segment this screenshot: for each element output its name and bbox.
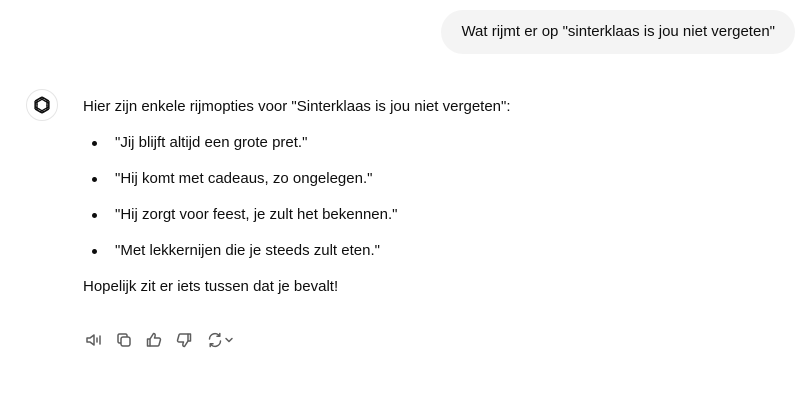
read-aloud-button[interactable] xyxy=(83,329,105,351)
regenerate-icon xyxy=(206,331,224,349)
speaker-icon xyxy=(85,331,103,349)
list-item-text: "Hij zorgt voor feest, je zult het beken… xyxy=(115,206,398,223)
user-message-text: Wat rijmt er op "sinterklaas is jou niet… xyxy=(461,23,775,40)
list-item-text: "Jij blijft altijd een grote pret." xyxy=(115,134,308,151)
assistant-avatar xyxy=(26,89,58,121)
bullet-dot xyxy=(92,213,97,218)
list-item-text: "Met lekkernijen die je steeds zult eten… xyxy=(115,242,380,259)
thumbs-up-icon xyxy=(145,331,163,349)
chevron-down-icon xyxy=(224,335,234,345)
list-item: "Hij komt met cadeaus, zo ongelegen." xyxy=(83,168,783,190)
openai-logo-icon xyxy=(32,95,52,115)
copy-button[interactable] xyxy=(113,329,135,351)
list-item: "Met lekkernijen die je steeds zult eten… xyxy=(83,240,783,262)
regenerate-button[interactable] xyxy=(203,329,237,351)
list-item: "Jij blijft altijd een grote pret." xyxy=(83,132,783,154)
good-response-button[interactable] xyxy=(143,329,165,351)
list-item: "Hij zorgt voor feest, je zult het beken… xyxy=(83,204,783,226)
assistant-outro: Hopelijk zit er iets tussen dat je beval… xyxy=(83,278,339,295)
bullet-dot xyxy=(92,249,97,254)
assistant-intro: Hier zijn enkele rijmopties voor "Sinter… xyxy=(83,98,511,115)
rhyme-options-list: "Jij blijft altijd een grote pret." "Hij… xyxy=(83,132,783,262)
assistant-message: Hier zijn enkele rijmopties voor "Sinter… xyxy=(83,96,783,298)
bad-response-button[interactable] xyxy=(173,329,195,351)
bullet-dot xyxy=(92,141,97,146)
user-message-bubble: Wat rijmt er op "sinterklaas is jou niet… xyxy=(441,10,795,54)
list-item-text: "Hij komt met cadeaus, zo ongelegen." xyxy=(115,170,373,187)
bullet-dot xyxy=(92,177,97,182)
copy-icon xyxy=(115,331,133,349)
message-actions xyxy=(83,329,245,351)
thumbs-down-icon xyxy=(175,331,193,349)
